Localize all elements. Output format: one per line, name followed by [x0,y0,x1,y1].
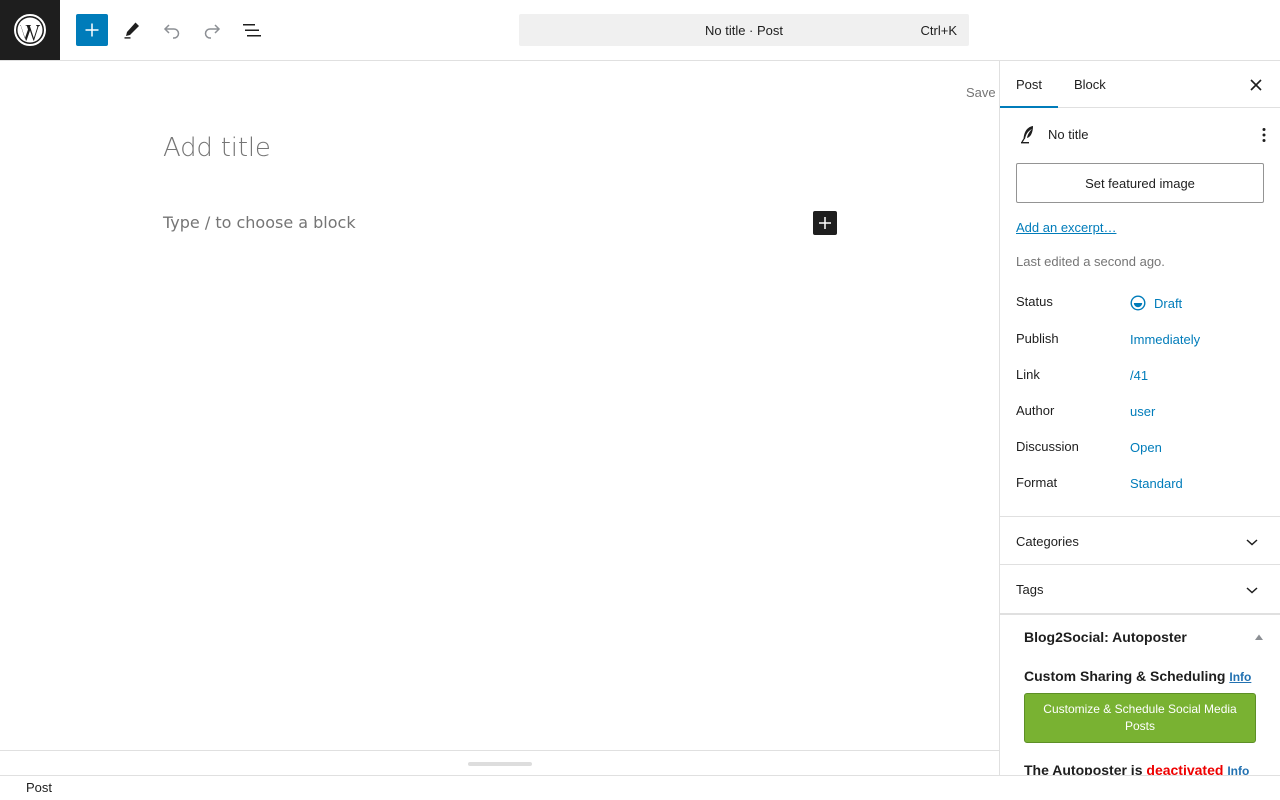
info-link[interactable]: Info [1227,764,1249,775]
save-draft-button[interactable]: Save [966,85,996,100]
chevron-down-icon [1246,587,1258,594]
add-block-button[interactable] [76,14,108,46]
last-edited-text: Last edited a second ago. [1016,254,1165,269]
post-card-title: No title [1048,127,1089,142]
triangle-up-icon[interactable] [1254,633,1264,641]
meta-label: Discussion [1016,439,1079,454]
meta-row-status: Status Draft [1016,294,1266,314]
set-featured-image-button[interactable]: Set featured image [1016,163,1264,203]
editor-header: No title · Post Ctrl+K [0,0,1280,61]
editor-canvas: Save Add title Type / to choose a block [0,61,999,750]
autoposter-state: deactivated [1146,762,1224,775]
meta-label: Format [1016,475,1058,490]
document-overview-button[interactable] [236,14,268,46]
undo-icon [163,24,180,39]
author-button[interactable]: user [1130,404,1155,419]
redo-button[interactable] [196,14,228,46]
draft-status-icon [1130,295,1146,311]
canvas-resize-bar [0,750,999,775]
post-title-input[interactable]: Add title [163,133,271,163]
block-placeholder[interactable]: Type / to choose a block [163,213,356,232]
format-button[interactable]: Standard [1130,476,1183,491]
meta-row-link: Link /41 [1016,367,1266,387]
custom-sharing-heading: Custom Sharing & Scheduling Info [1024,668,1251,684]
plus-icon [85,23,99,37]
pencil-icon [124,22,139,39]
meta-label: Status [1016,294,1053,309]
meta-row-discussion: Discussion Open [1016,439,1266,459]
meta-row-format: Format Standard [1016,475,1266,495]
close-sidebar-button[interactable] [1241,73,1271,97]
undo-button[interactable] [156,14,188,46]
resize-handle[interactable] [468,762,532,766]
meta-row-publish: Publish Immediately [1016,331,1266,351]
chevron-down-icon [1246,539,1258,546]
sidebar-tabs: Post Block [1000,61,1280,108]
info-link[interactable]: Info [1229,670,1251,684]
panel-title: Tags [1016,582,1044,597]
list-view-icon [243,24,261,37]
post-actions-button[interactable] [1256,123,1272,147]
status-value: Draft [1154,295,1183,311]
categories-panel-toggle[interactable]: Categories [1000,516,1280,564]
status-button[interactable]: Draft [1130,295,1182,311]
wordpress-logo-icon[interactable] [0,0,60,60]
discussion-button[interactable]: Open [1130,440,1162,455]
settings-sidebar: Post Block No title Set featured image A… [999,61,1280,775]
tools-button[interactable] [116,14,148,46]
meta-label: Link [1016,367,1040,382]
autoposter-prefix: The Autoposter is [1024,762,1143,775]
shortcut-hint: Ctrl+K [920,23,957,38]
custom-sharing-title: Custom Sharing & Scheduling [1024,668,1226,684]
meta-label: Author [1016,403,1055,418]
plus-icon [819,217,831,229]
blog2social-metabox: Blog2Social: Autoposter Custom Sharing &… [1000,613,1280,775]
publish-date-button[interactable]: Immediately [1130,332,1200,347]
meta-row-author: Author user [1016,403,1266,423]
editor-footer: Post [0,775,1280,800]
permalink-button[interactable]: /41 [1130,368,1148,383]
feather-icon [1021,126,1033,144]
block-inserter-button[interactable] [813,211,837,235]
meta-label: Publish [1016,331,1059,346]
autoposter-status: The Autoposter is deactivated Info [1024,762,1249,775]
breadcrumb[interactable]: Post [26,780,52,795]
document-title: No title · Post [704,22,784,38]
customize-schedule-button[interactable]: Customize & Schedule Social Media Posts [1024,693,1256,743]
tags-panel-toggle[interactable]: Tags [1000,564,1280,612]
post-card: No title [1016,123,1266,147]
add-excerpt-link[interactable]: Add an excerpt… [1016,220,1116,235]
redo-icon [204,24,221,39]
command-palette-bar[interactable]: No title · Post Ctrl+K [519,14,969,46]
panel-title: Categories [1016,534,1079,549]
tab-block[interactable]: Block [1058,61,1122,108]
tab-post[interactable]: Post [1000,61,1059,108]
metabox-title: Blog2Social: Autoposter [1024,629,1187,645]
more-vertical-icon [1262,128,1266,142]
close-icon [1250,79,1262,91]
